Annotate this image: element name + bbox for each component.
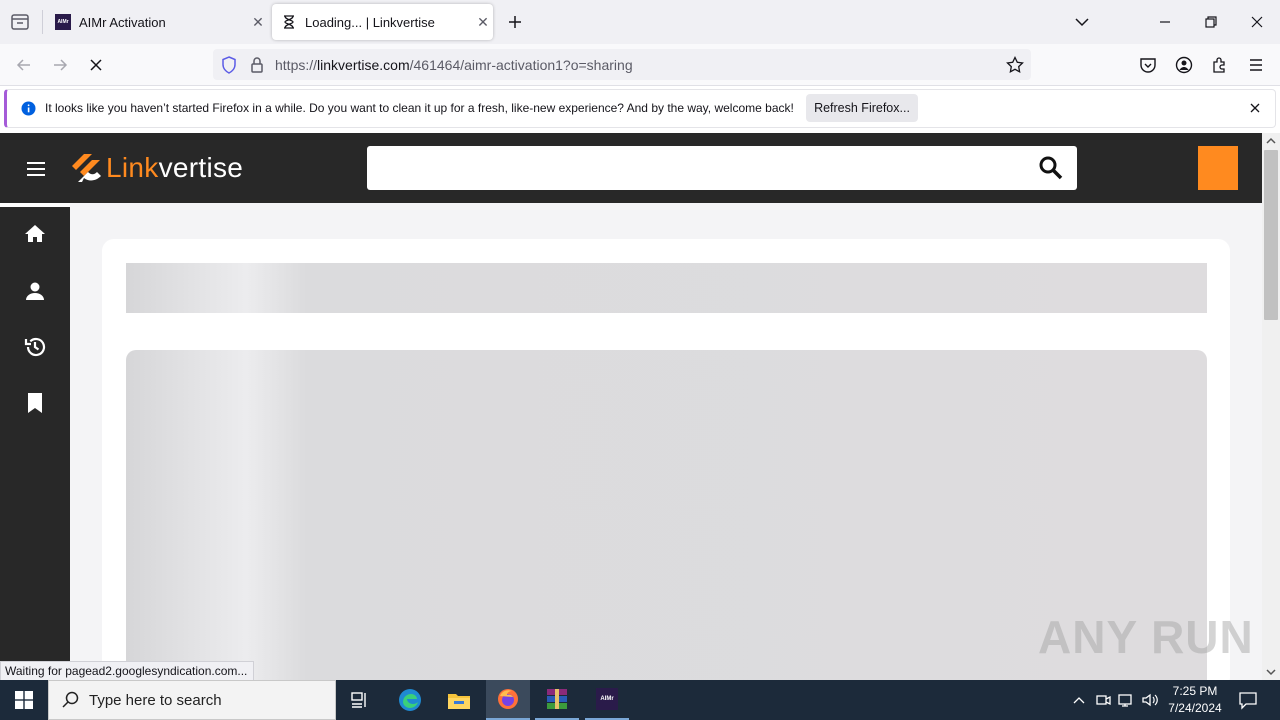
- scroll-down-arrow-icon[interactable]: [1264, 666, 1278, 678]
- firefox-view-icon[interactable]: [8, 12, 32, 32]
- windows-logo-icon: [15, 691, 33, 709]
- network-icon[interactable]: [1117, 690, 1135, 710]
- tracking-protection-shield-icon[interactable]: [220, 55, 238, 75]
- profile-icon[interactable]: [24, 280, 46, 302]
- firefox-taskbar-icon[interactable]: [486, 680, 530, 720]
- winrar-icon[interactable]: [535, 680, 579, 720]
- meet-now-icon[interactable]: [1094, 690, 1112, 710]
- volume-icon[interactable]: [1140, 690, 1160, 710]
- hamburger-menu-icon[interactable]: [24, 158, 48, 180]
- tab-linkvertise[interactable]: Loading... | Linkvertise ✕: [272, 4, 493, 40]
- notification-center-icon[interactable]: [1237, 689, 1259, 711]
- close-window-icon[interactable]: [1247, 12, 1267, 32]
- close-tab-icon[interactable]: ✕: [248, 12, 268, 32]
- extensions-icon[interactable]: [1210, 55, 1230, 75]
- clock-date: 7/24/2024: [1168, 701, 1222, 715]
- anyrun-watermark: ANY RUN: [1038, 611, 1254, 663]
- url-text[interactable]: https://linkvertise.com/461464/aimr-acti…: [275, 57, 633, 73]
- lock-icon[interactable]: [248, 55, 266, 75]
- show-hidden-icons-icon[interactable]: [1070, 690, 1088, 710]
- url-host: linkvertise.com: [317, 57, 410, 73]
- status-panel: Waiting for pagead2.googlesyndication.co…: [0, 661, 255, 680]
- site-sidebar: [0, 207, 70, 680]
- system-clock[interactable]: 7:25 PM 7/24/2024: [1160, 683, 1230, 717]
- new-tab-icon[interactable]: [505, 12, 525, 32]
- logo-accent: Link: [106, 152, 159, 183]
- clock-time: 7:25 PM: [1172, 684, 1218, 698]
- linkvertise-logo-icon[interactable]: [70, 152, 104, 186]
- tab-title: AIMr Activation: [79, 14, 166, 30]
- logo-rest: vertise: [158, 152, 244, 183]
- linkvertise-logo-text[interactable]: Linkvertise: [106, 152, 243, 184]
- tab-divider: [42, 10, 43, 34]
- bookmark-icon[interactable]: [26, 392, 44, 414]
- loading-skeleton-title: [126, 263, 1207, 313]
- close-notification-icon[interactable]: [1246, 99, 1264, 117]
- hourglass-icon: [281, 14, 297, 30]
- url-prefix: https://: [275, 57, 318, 73]
- restore-icon[interactable]: [1201, 12, 1221, 32]
- app-menu-icon[interactable]: [1246, 55, 1266, 75]
- url-path: /461464/aimr-activation1?o=sharing: [409, 57, 633, 73]
- home-icon[interactable]: [24, 223, 46, 245]
- aimr-app-icon: AIMr: [596, 688, 618, 710]
- forward-icon[interactable]: [50, 55, 70, 75]
- tab-title: Loading... | Linkvertise: [305, 14, 435, 30]
- file-explorer-icon[interactable]: [437, 680, 481, 720]
- stop-loading-icon[interactable]: [86, 55, 106, 75]
- login-button[interactable]: [1198, 146, 1238, 190]
- minimize-icon[interactable]: [1155, 12, 1175, 32]
- start-button[interactable]: [0, 680, 48, 720]
- scrollbar-thumb[interactable]: [1264, 150, 1278, 320]
- taskbar-search-placeholder: Type here to search: [89, 691, 222, 709]
- pocket-icon[interactable]: [1138, 55, 1158, 75]
- bookmark-star-icon[interactable]: [1005, 55, 1025, 75]
- refresh-firefox-button[interactable]: Refresh Firefox...: [806, 94, 918, 122]
- info-icon: [21, 101, 36, 116]
- task-view-icon[interactable]: [338, 680, 382, 720]
- taskbar-search-box[interactable]: Type here to search: [48, 680, 336, 720]
- notification-message: It looks like you haven’t started Firefo…: [45, 101, 794, 115]
- aimr-taskbar-icon[interactable]: AIMr: [585, 680, 629, 720]
- close-tab-icon[interactable]: ✕: [473, 12, 493, 32]
- aimr-favicon: AIMr: [55, 14, 71, 30]
- search-icon[interactable]: [1038, 155, 1064, 181]
- account-icon[interactable]: [1174, 55, 1194, 75]
- edge-icon[interactable]: [388, 680, 432, 720]
- list-all-tabs-icon[interactable]: [1072, 12, 1092, 32]
- tab-aimr-activation[interactable]: AIMr AIMr Activation ✕: [46, 4, 268, 40]
- back-icon[interactable]: [14, 55, 34, 75]
- site-search-input[interactable]: [367, 146, 1077, 190]
- search-icon: [62, 691, 79, 708]
- history-icon[interactable]: [24, 336, 46, 358]
- scroll-up-arrow-icon[interactable]: [1264, 135, 1278, 147]
